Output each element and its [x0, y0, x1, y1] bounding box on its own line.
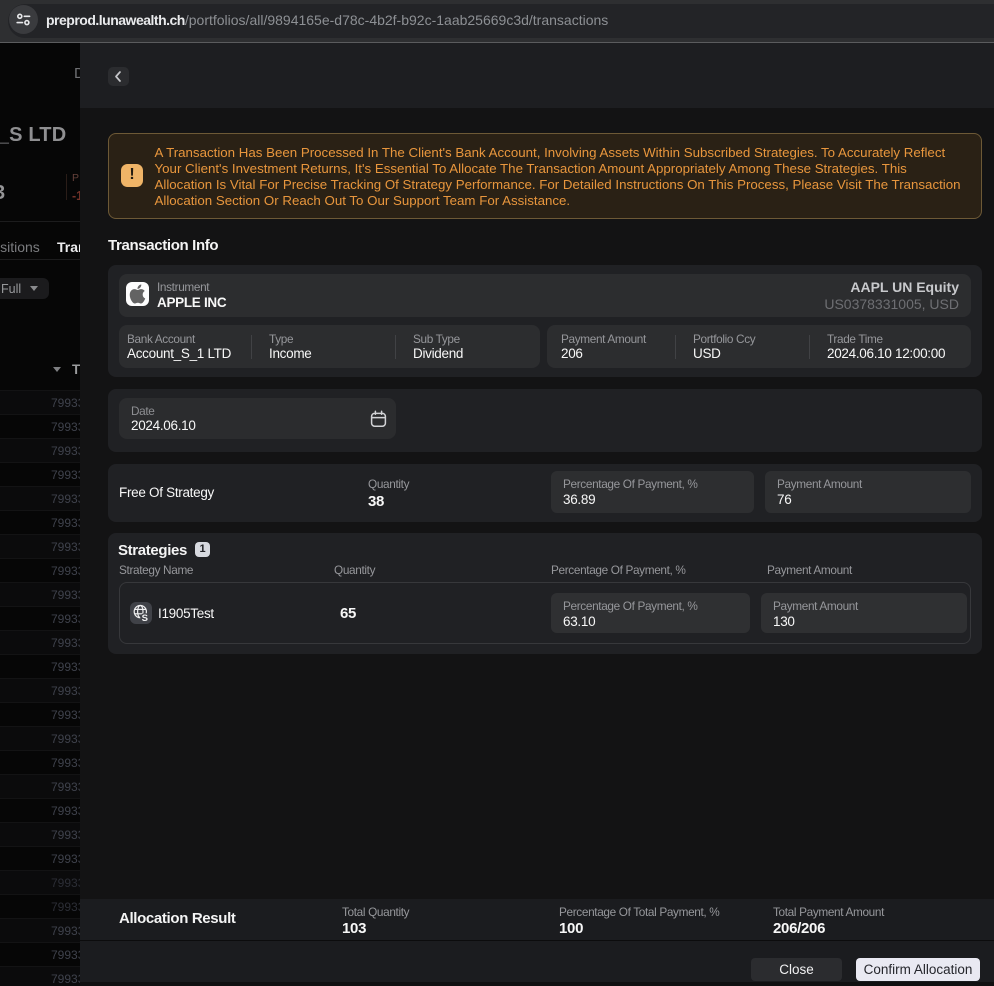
svg-text:S: S: [142, 613, 148, 624]
